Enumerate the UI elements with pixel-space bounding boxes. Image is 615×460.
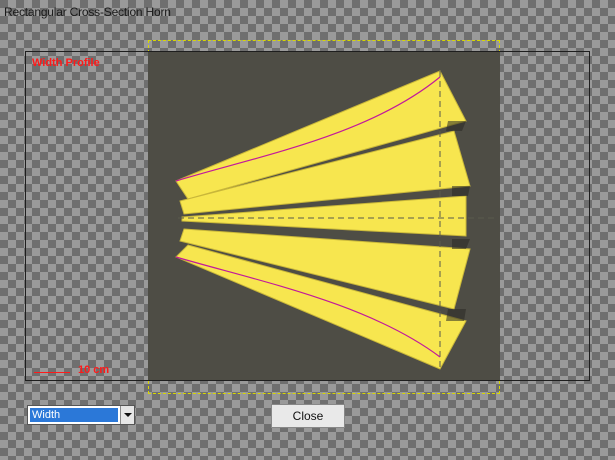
plot-frame [25,51,590,381]
scale-bar [34,372,70,373]
window-title: Rectangular Cross-Section Horn [4,5,171,19]
view-select-value: Width [30,408,118,422]
plot-title: Width Profile [32,57,100,69]
scale-label: 10 cm [78,364,110,376]
close-button[interactable]: Close [271,404,345,428]
chevron-down-icon[interactable] [120,406,134,424]
view-select[interactable]: Width [27,405,135,425]
